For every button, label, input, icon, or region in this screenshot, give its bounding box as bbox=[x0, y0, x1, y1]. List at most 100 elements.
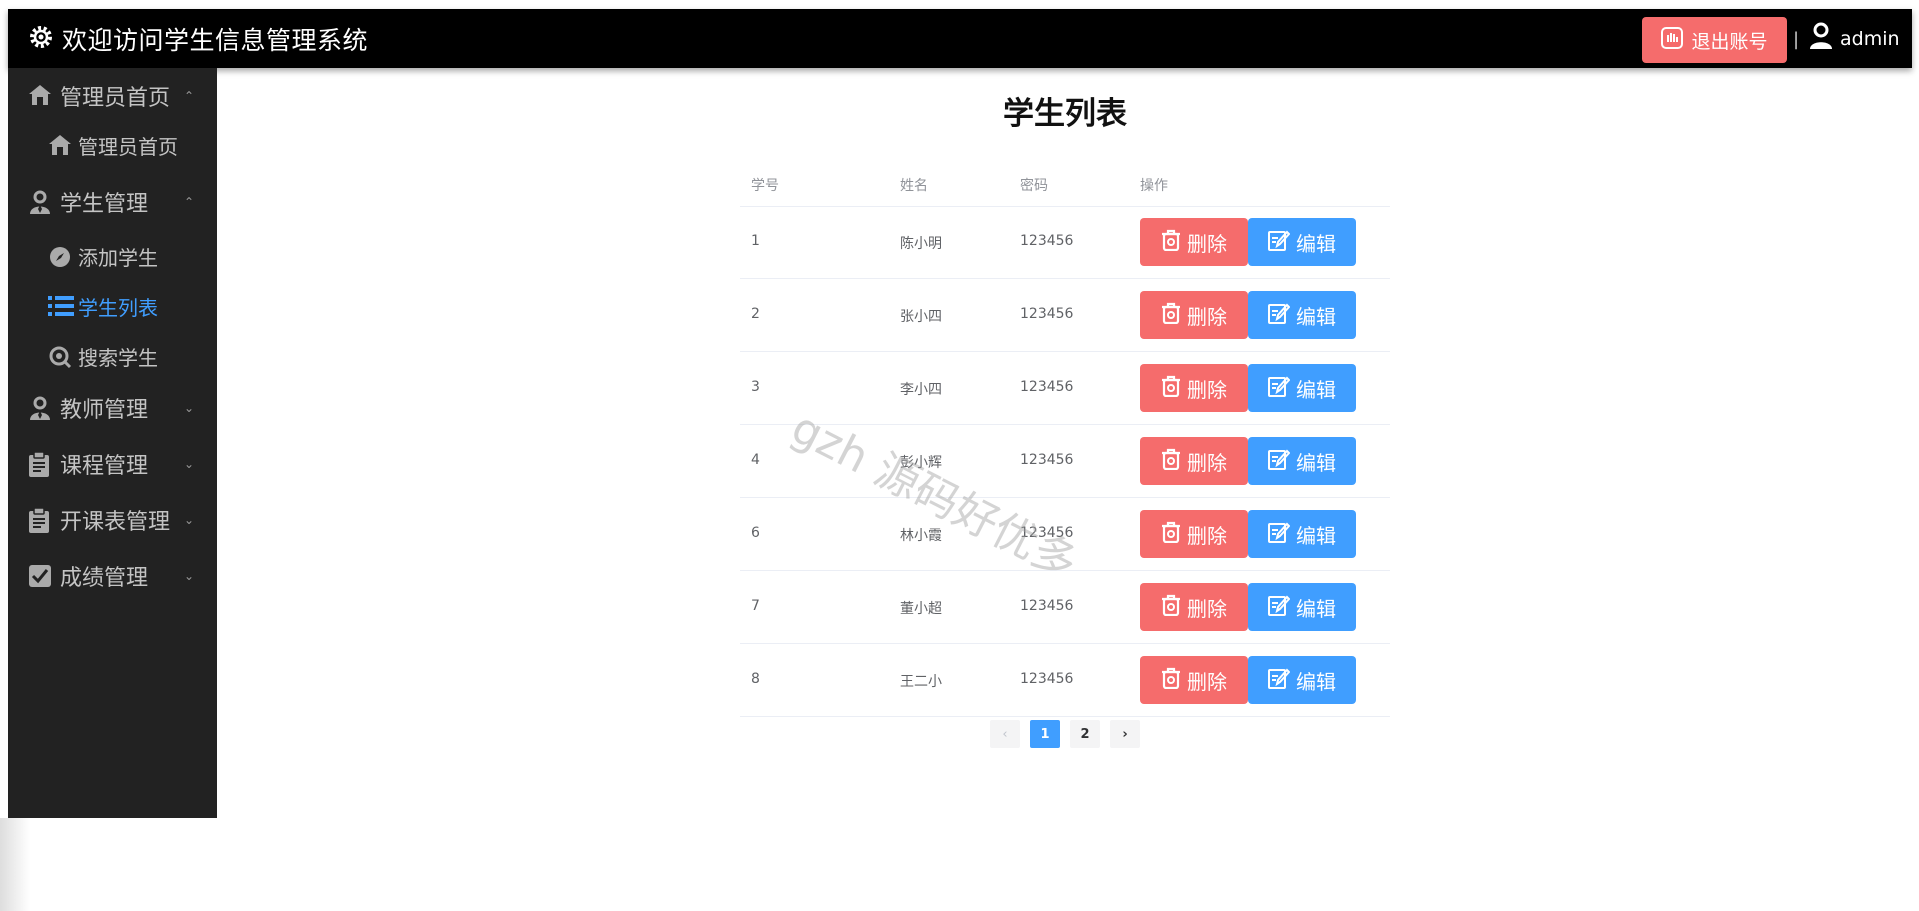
sidebar-group-teachers[interactable]: 教师管理 ⌄ bbox=[8, 384, 217, 432]
top-header: 欢迎访问学生信息管理系统 退出账号 | admin bbox=[8, 9, 1912, 68]
prev-page-button[interactable]: ‹ bbox=[990, 720, 1020, 748]
app-title: 欢迎访问学生信息管理系统 bbox=[62, 25, 369, 55]
delete-label: 删除 bbox=[1187, 523, 1227, 548]
trash-icon bbox=[1161, 667, 1181, 694]
trash-icon bbox=[1161, 375, 1181, 402]
delete-button[interactable]: 删除 bbox=[1140, 437, 1248, 485]
search-icon bbox=[48, 345, 72, 373]
sidebar-group-students[interactable]: 学生管理 ⌃ bbox=[8, 178, 217, 226]
chevron-down-icon: ⌄ bbox=[184, 513, 195, 527]
cell-id: 4 bbox=[751, 452, 760, 468]
username: admin bbox=[1840, 27, 1900, 50]
delete-label: 删除 bbox=[1187, 450, 1227, 475]
checkbox-icon bbox=[28, 564, 52, 592]
edit-button[interactable]: 编辑 bbox=[1248, 218, 1356, 266]
table-row: 6 林小霞 123456 删除 编辑 bbox=[740, 498, 1390, 571]
table-row: 3 李小四 123456 删除 编辑 bbox=[740, 352, 1390, 425]
table-header: 学号 姓名 密码 操作 bbox=[740, 160, 1390, 207]
delete-label: 删除 bbox=[1187, 669, 1227, 694]
hand-stop-icon bbox=[1661, 26, 1684, 54]
edit-icon bbox=[1268, 229, 1291, 256]
user-tie-icon bbox=[28, 396, 52, 424]
edit-icon bbox=[1268, 375, 1291, 402]
edit-button[interactable]: 编辑 bbox=[1248, 656, 1356, 704]
delete-button[interactable]: 删除 bbox=[1140, 364, 1248, 412]
trash-icon bbox=[1161, 448, 1181, 475]
trash-icon bbox=[1161, 594, 1181, 621]
delete-button[interactable]: 删除 bbox=[1140, 583, 1248, 631]
cell-id: 7 bbox=[751, 598, 760, 614]
edit-label: 编辑 bbox=[1296, 450, 1336, 475]
delete-button[interactable]: 删除 bbox=[1140, 291, 1248, 339]
cell-name: 李小四 bbox=[900, 382, 942, 398]
edit-icon bbox=[1268, 521, 1291, 548]
cell-name: 王二小 bbox=[900, 674, 942, 690]
sidebar-group-label: 学生管理 bbox=[60, 192, 149, 217]
user-menu[interactable]: admin bbox=[1808, 9, 1900, 68]
sidebar-item-search-student[interactable]: 搜索学生 bbox=[8, 333, 217, 379]
cell-password: 123456 bbox=[1020, 379, 1074, 395]
chevron-down-icon: ⌄ bbox=[184, 401, 195, 415]
chevron-down-icon: ⌄ bbox=[184, 569, 195, 583]
page-2-button[interactable]: 2 bbox=[1070, 720, 1100, 748]
sidebar-group-label: 开课表管理 bbox=[60, 510, 171, 535]
edit-button[interactable]: 编辑 bbox=[1248, 437, 1356, 485]
delete-button[interactable]: 删除 bbox=[1140, 656, 1248, 704]
clipboard-icon bbox=[28, 507, 50, 538]
next-page-button[interactable]: › bbox=[1110, 720, 1140, 748]
edit-label: 编辑 bbox=[1296, 377, 1336, 402]
trash-icon bbox=[1161, 302, 1181, 329]
edit-label: 编辑 bbox=[1296, 669, 1336, 694]
user-icon bbox=[1808, 22, 1834, 55]
sidebar: 管理员首页 ⌃ 管理员首页 学生管理 ⌃ 添加学生 学生列表 搜索学生 教师管理… bbox=[8, 68, 217, 818]
edit-icon bbox=[1268, 448, 1291, 475]
sidebar-group-course-schedule[interactable]: 开课表管理 ⌄ bbox=[8, 496, 217, 544]
edit-button[interactable]: 编辑 bbox=[1248, 291, 1356, 339]
sidebar-group-courses[interactable]: 课程管理 ⌄ bbox=[8, 440, 217, 488]
cell-name: 陈小明 bbox=[900, 236, 942, 252]
edit-button[interactable]: 编辑 bbox=[1248, 583, 1356, 631]
header-separator: | bbox=[1793, 29, 1800, 50]
sidebar-item-label: 管理员首页 bbox=[78, 134, 178, 159]
delete-label: 删除 bbox=[1187, 304, 1227, 329]
edit-button[interactable]: 编辑 bbox=[1248, 510, 1356, 558]
sidebar-group-grades[interactable]: 成绩管理 ⌄ bbox=[8, 552, 217, 600]
delete-label: 删除 bbox=[1187, 596, 1227, 621]
sidebar-item-add-student[interactable]: 添加学生 bbox=[8, 233, 217, 279]
column-header-name: 姓名 bbox=[900, 178, 928, 194]
trash-icon bbox=[1161, 229, 1181, 256]
edit-label: 编辑 bbox=[1296, 304, 1336, 329]
cell-name: 林小霞 bbox=[900, 528, 942, 544]
delete-label: 删除 bbox=[1187, 377, 1227, 402]
delete-label: 删除 bbox=[1187, 231, 1227, 256]
sidebar-item-label: 添加学生 bbox=[78, 245, 158, 270]
edit-label: 编辑 bbox=[1296, 596, 1336, 621]
table-row: 1 陈小明 123456 删除 编辑 bbox=[740, 206, 1390, 279]
window-edge bbox=[0, 818, 30, 911]
cell-id: 3 bbox=[751, 379, 760, 395]
sidebar-item-student-list[interactable]: 学生列表 bbox=[8, 283, 217, 329]
edit-icon bbox=[1268, 594, 1291, 621]
clipboard-icon bbox=[28, 451, 50, 482]
logout-button[interactable]: 退出账号 bbox=[1642, 17, 1787, 63]
edit-icon bbox=[1268, 302, 1291, 329]
cell-id: 8 bbox=[751, 671, 760, 687]
sidebar-group-label: 课程管理 bbox=[60, 454, 149, 479]
table-row: 2 张小四 123456 删除 编辑 bbox=[740, 279, 1390, 352]
edit-label: 编辑 bbox=[1296, 231, 1336, 256]
trash-icon bbox=[1161, 521, 1181, 548]
edit-button[interactable]: 编辑 bbox=[1248, 364, 1356, 412]
delete-button[interactable]: 删除 bbox=[1140, 510, 1248, 558]
edit-label: 编辑 bbox=[1296, 523, 1336, 548]
page-1-button[interactable]: 1 bbox=[1030, 720, 1060, 748]
cell-password: 123456 bbox=[1020, 452, 1074, 468]
column-header-password: 密码 bbox=[1020, 178, 1048, 194]
sidebar-group-label: 教师管理 bbox=[60, 398, 149, 423]
brand: 欢迎访问学生信息管理系统 bbox=[28, 9, 368, 68]
cell-id: 2 bbox=[751, 306, 760, 322]
cell-password: 123456 bbox=[1020, 598, 1074, 614]
home-icon bbox=[48, 134, 72, 160]
cell-name: 董小超 bbox=[900, 601, 942, 617]
delete-button[interactable]: 删除 bbox=[1140, 218, 1248, 266]
chevron-down-icon: ⌄ bbox=[184, 457, 195, 471]
